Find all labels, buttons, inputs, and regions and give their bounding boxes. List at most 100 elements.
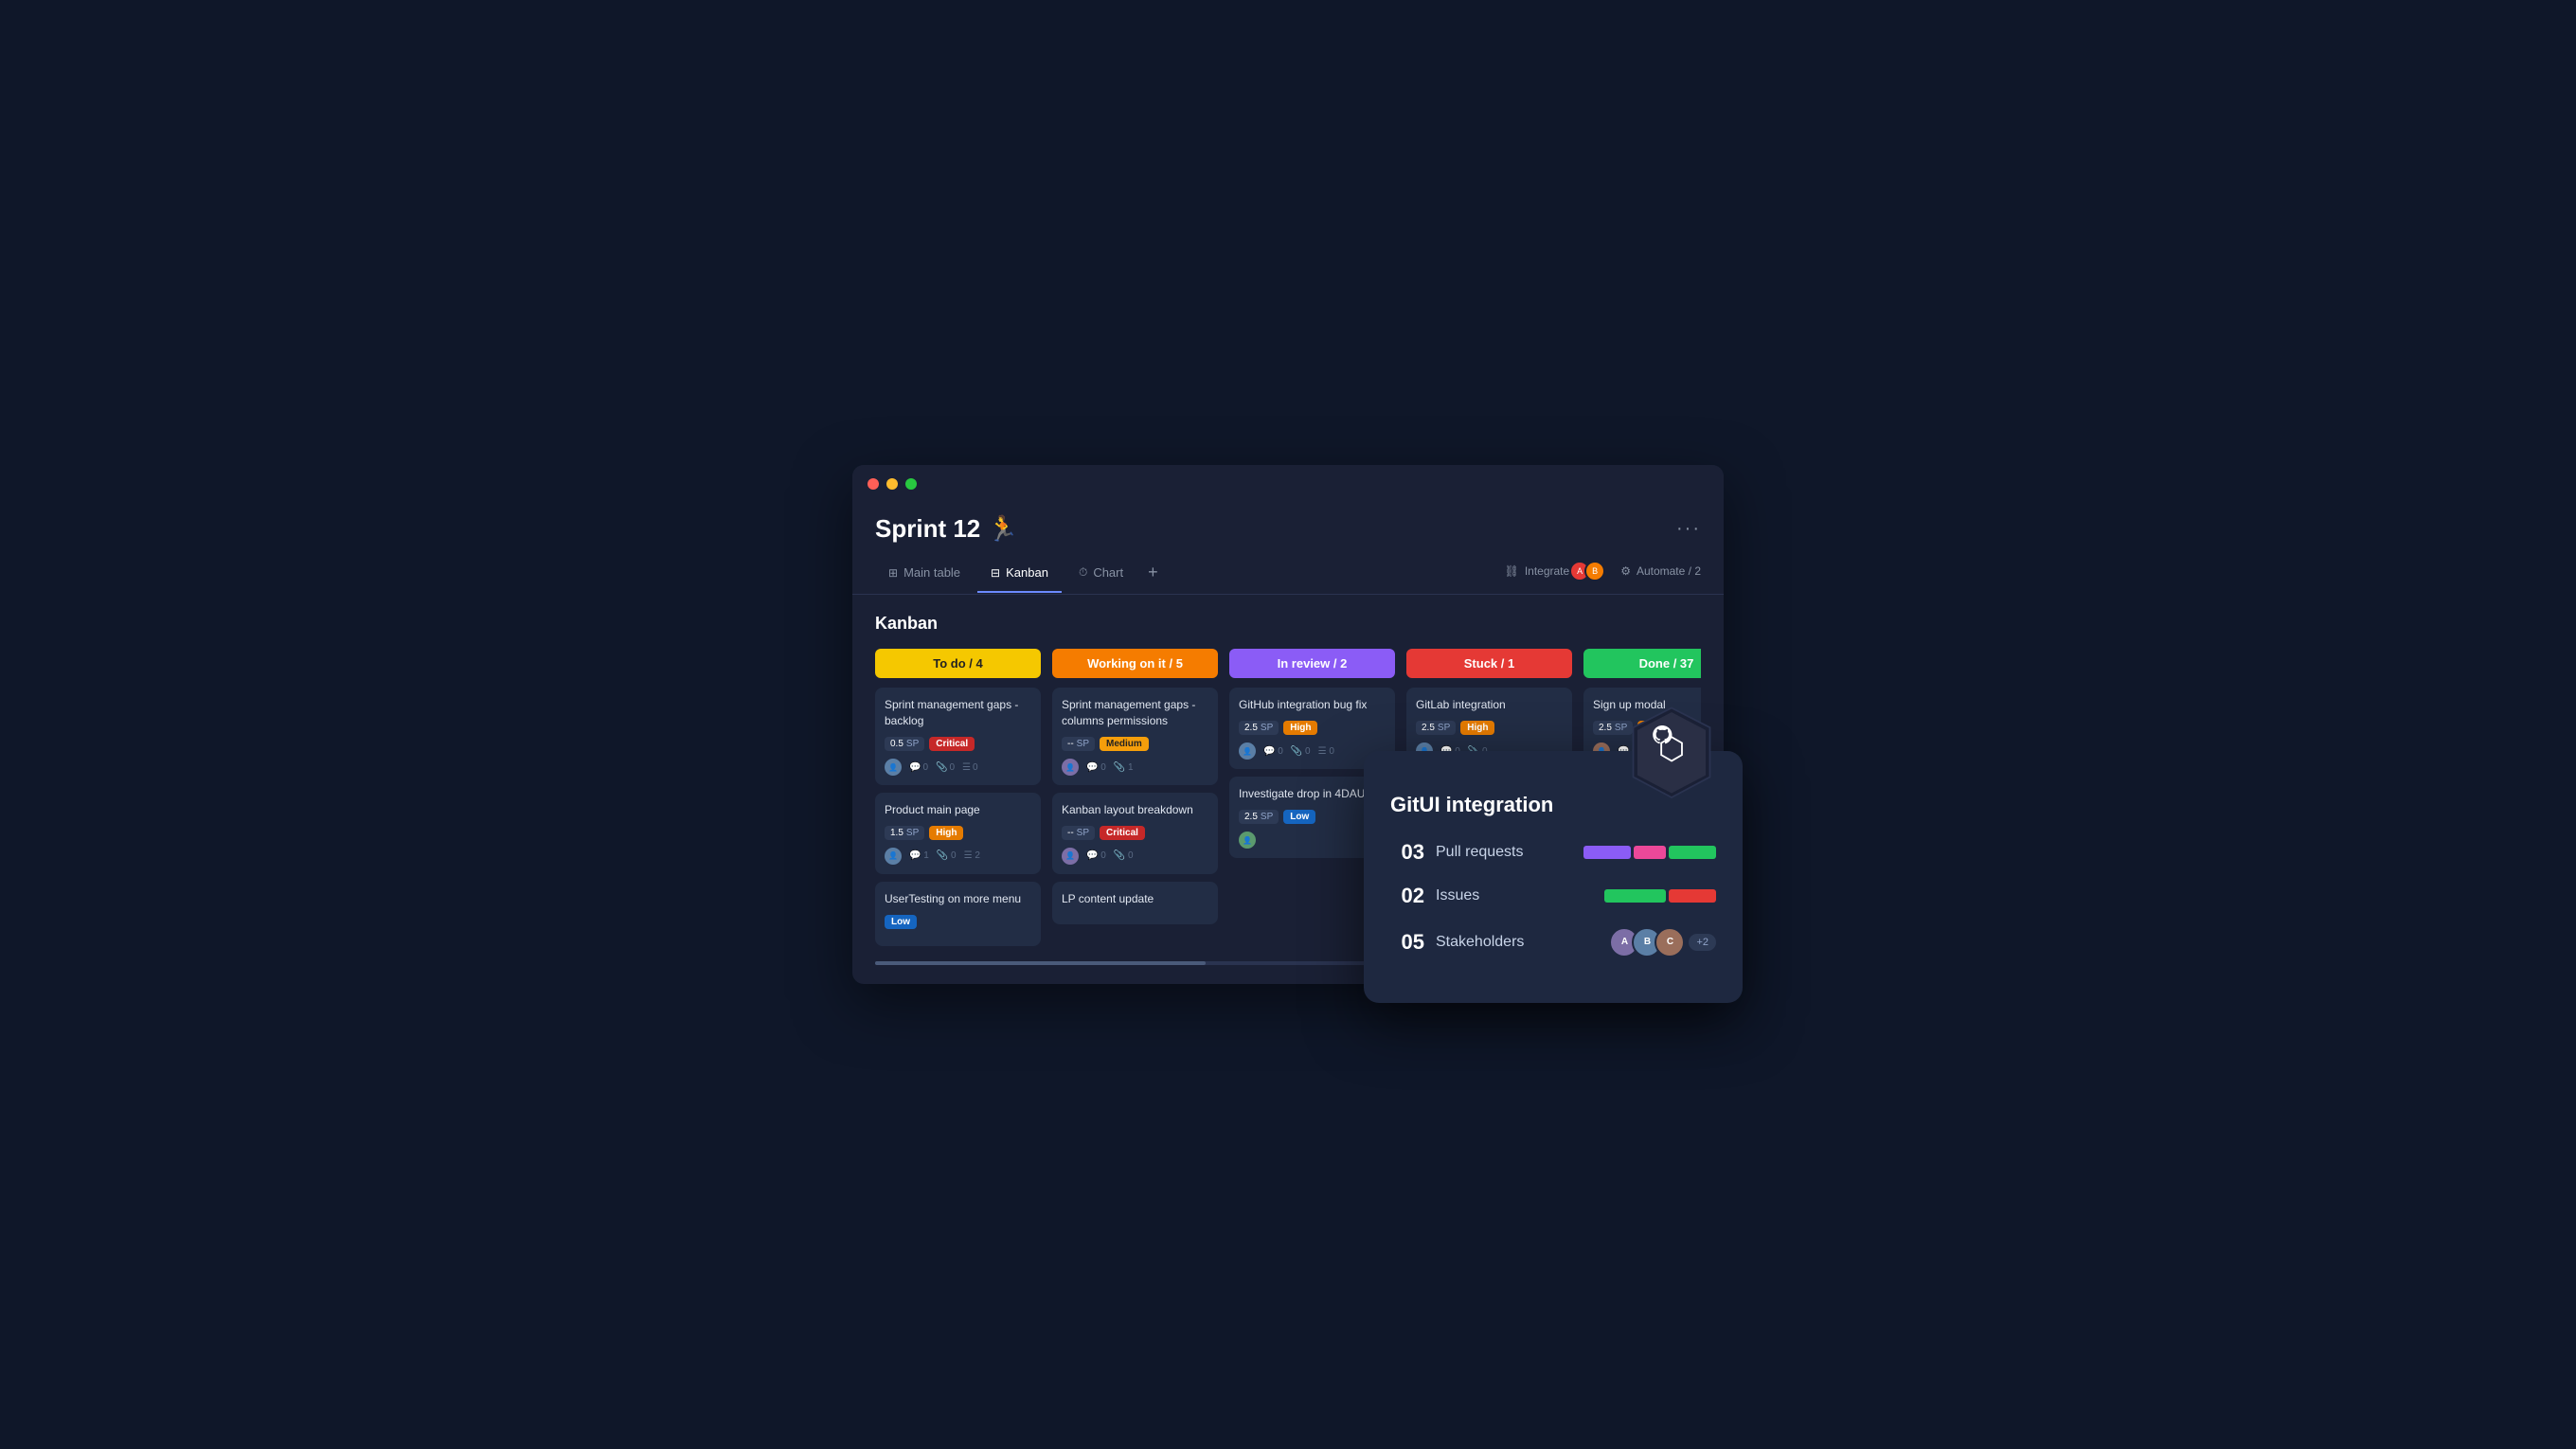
card-badges: -- SP Medium xyxy=(1062,737,1208,751)
kanban-title: Kanban xyxy=(875,614,1701,634)
subtasks: ☰ 0 xyxy=(962,762,978,773)
card-avatar: 👤 xyxy=(1062,759,1079,776)
bar-group-pr xyxy=(1583,846,1716,859)
integrate-icon: ⛓ xyxy=(1505,564,1519,578)
tabs-bar: ⊞ Main table ⊟ Kanban ⏱ Chart + ⛓ Integr… xyxy=(852,544,1724,595)
tabs-left: ⊞ Main table ⊟ Kanban ⏱ Chart + xyxy=(875,555,1166,594)
column-working: Working on it / 5 Sprint management gaps… xyxy=(1052,649,1218,953)
avatar-2: B xyxy=(1584,561,1605,581)
maximize-dot[interactable] xyxy=(905,478,917,490)
priority-badge: Critical xyxy=(929,737,975,751)
bar-seg xyxy=(1583,846,1631,859)
sp-badge: 0.5 SP xyxy=(885,737,924,751)
card-footer: 👤 💬 1 📎 0 ☰ 2 xyxy=(885,848,1031,865)
subtasks: ☰ 2 xyxy=(964,850,980,861)
card-avatar: 👤 xyxy=(1239,832,1256,849)
automate-icon: ⚙ xyxy=(1620,564,1631,578)
more-button[interactable]: ··· xyxy=(1676,518,1701,540)
page-title: Sprint 12 🏃 xyxy=(875,514,1018,544)
card-avatar: 👤 xyxy=(1062,848,1079,865)
bar-group-issues xyxy=(1604,889,1716,903)
card-sprint-columns[interactable]: Sprint management gaps - columns permiss… xyxy=(1052,688,1218,785)
gitui-row-issues: 02 Issues xyxy=(1390,884,1716,908)
github-hex-container: ⬡ xyxy=(1629,704,1714,789)
automate-button[interactable]: ⚙ Automate / 2 xyxy=(1620,564,1701,578)
col-header-done: Done / 37 xyxy=(1583,649,1701,678)
close-dot[interactable] xyxy=(868,478,879,490)
sp-badge: -- SP xyxy=(1062,737,1095,751)
card-footer: 👤 💬 0 📎 1 xyxy=(1062,759,1208,776)
sp-badge: 2.5 SP xyxy=(1239,810,1279,824)
sp-badge: 2.5 SP xyxy=(1593,721,1633,735)
bar-seg xyxy=(1669,889,1716,903)
col-header-review: In review / 2 xyxy=(1229,649,1395,678)
card-usertesting[interactable]: UserTesting on more menu Low xyxy=(875,882,1041,946)
card-badges: 2.5 SP High xyxy=(1416,721,1563,735)
scrollbar-thumb[interactable] xyxy=(875,961,1206,965)
card-badges: 0.5 SP Critical xyxy=(885,737,1031,751)
gitui-row-stakeholders: 05 Stakeholders A B C +2 xyxy=(1390,927,1716,957)
comments: 💬 0 xyxy=(909,762,928,773)
card-meta: 💬 1 📎 0 ☰ 2 xyxy=(909,850,980,861)
minimize-dot[interactable] xyxy=(886,478,898,490)
attachments: 📎 0 xyxy=(937,850,957,861)
card-avatar: 👤 xyxy=(885,759,902,776)
priority-badge: Medium xyxy=(1100,737,1149,751)
gitui-label: Stakeholders xyxy=(1436,934,1609,951)
priority-badge: High xyxy=(1283,721,1317,735)
bar-seg xyxy=(1669,846,1716,859)
bar-seg xyxy=(1604,889,1666,903)
tab-chart[interactable]: ⏱ Chart xyxy=(1065,558,1136,593)
card-footer: 👤 💬 0 📎 0 xyxy=(1062,848,1208,865)
add-tab-button[interactable]: + xyxy=(1140,555,1166,594)
bar-seg xyxy=(1634,846,1666,859)
col-header-todo: To do / 4 xyxy=(875,649,1041,678)
card-meta: 💬 0 📎 0 ☰ 0 xyxy=(909,762,978,773)
sp-badge: 1.5 SP xyxy=(885,826,924,840)
card-lp-content[interactable]: LP content update xyxy=(1052,882,1218,924)
card-badges: Low xyxy=(885,915,1031,929)
priority-badge: High xyxy=(1460,721,1494,735)
card-product-main[interactable]: Product main page 1.5 SP High 👤 💬 1 xyxy=(875,793,1041,874)
priority-badge: High xyxy=(929,826,963,840)
card-meta: 💬 0 📎 0 ☰ 0 xyxy=(1263,746,1334,757)
col-header-stuck: Stuck / 1 xyxy=(1406,649,1572,678)
sp-badge: -- SP xyxy=(1062,826,1095,840)
gitui-row-pullrequests: 03 Pull requests xyxy=(1390,840,1716,865)
titlebar xyxy=(852,465,1724,499)
kanban-icon: ⊟ xyxy=(991,566,1000,580)
column-todo: To do / 4 Sprint management gaps - backl… xyxy=(875,649,1041,953)
stakeholder-avatars: A B C +2 xyxy=(1609,927,1716,957)
integrate-avatars: A B xyxy=(1575,561,1605,581)
card-kanban-layout[interactable]: Kanban layout breakdown -- SP Critical 👤 xyxy=(1052,793,1218,874)
page-header: Sprint 12 🏃 ··· xyxy=(852,499,1724,544)
card-sprint-backlog[interactable]: Sprint management gaps - backlog 0.5 SP … xyxy=(875,688,1041,785)
card-badges: 1.5 SP High xyxy=(885,826,1031,840)
col-header-working: Working on it / 5 xyxy=(1052,649,1218,678)
card-footer: 👤 💬 0 📎 0 ☰ 0 xyxy=(1239,742,1386,760)
gitui-label: Pull requests xyxy=(1436,844,1583,861)
comments: 💬 1 xyxy=(909,850,929,861)
card-badges: 2.5 SP High xyxy=(1239,721,1386,735)
gitui-num: 02 xyxy=(1390,884,1424,908)
table-icon: ⊞ xyxy=(888,566,898,580)
priority-badge: Critical xyxy=(1100,826,1145,840)
card-meta: 💬 0 📎 1 xyxy=(1086,762,1134,773)
tab-main-table[interactable]: ⊞ Main table xyxy=(875,558,974,593)
tabs-right: ⛓ Integrate A B ⚙ Automate / 2 xyxy=(1505,561,1701,589)
gitui-panel: ⬡ GitUI integration 03 Pull requests 02 … xyxy=(1364,751,1743,1003)
stakeholder-avatar-3: C xyxy=(1655,927,1685,957)
tab-kanban[interactable]: ⊟ Kanban xyxy=(977,558,1062,593)
stakeholder-plus: +2 xyxy=(1689,934,1716,951)
card-avatar: 👤 xyxy=(1239,742,1256,760)
screen: Sprint 12 🏃 ··· ⊞ Main table ⊟ Kanban ⏱ … xyxy=(833,446,1743,1002)
gitui-label: Issues xyxy=(1436,887,1604,904)
attachments: 📎 0 xyxy=(936,762,955,773)
sp-badge: 2.5 SP xyxy=(1416,721,1456,735)
integrate-button[interactable]: ⛓ Integrate A B xyxy=(1505,561,1606,581)
card-badges: -- SP Critical xyxy=(1062,826,1208,840)
gitui-num: 03 xyxy=(1390,840,1424,865)
card-footer: 👤 💬 0 📎 0 ☰ 0 xyxy=(885,759,1031,776)
sp-badge: 2.5 SP xyxy=(1239,721,1279,735)
chart-icon: ⏱ xyxy=(1079,565,1087,580)
